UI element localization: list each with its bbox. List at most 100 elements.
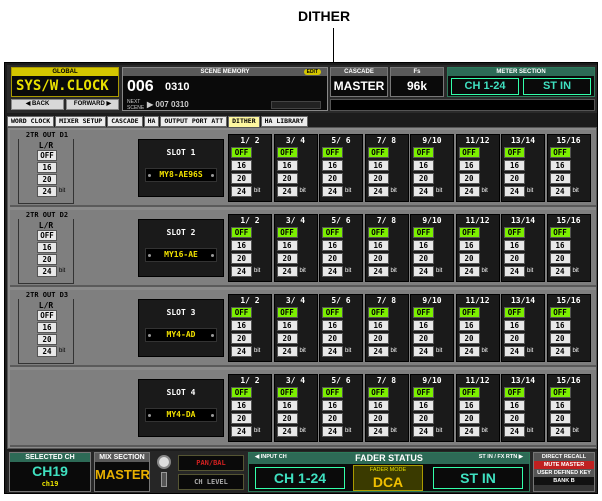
fs-display[interactable]: Fs 96k — [390, 67, 444, 97]
dither-24bit-button[interactable]: 24 — [367, 426, 389, 437]
dither-off-button[interactable]: OFF — [231, 387, 252, 398]
dither-20bit-button[interactable]: 20 — [458, 413, 480, 424]
dither-20bit-button[interactable]: 20 — [231, 413, 252, 424]
dither-16bit-button[interactable]: 16 — [367, 160, 389, 171]
forward-button[interactable]: FORWARD ▶ — [66, 99, 119, 110]
dither-16bit-button[interactable]: 16 — [413, 240, 434, 251]
dither-20bit-button[interactable]: 20 — [367, 253, 389, 264]
dither-20bit-button[interactable]: 20 — [504, 253, 525, 264]
dither-off-button[interactable]: OFF — [458, 387, 480, 398]
tab-cascade[interactable]: CASCADE — [107, 116, 143, 127]
2tr-20bit-button[interactable]: 20 — [37, 254, 57, 265]
dither-20bit-button[interactable]: 20 — [458, 173, 480, 184]
dither-20bit-button[interactable]: 20 — [549, 253, 571, 264]
dither-off-button[interactable]: OFF — [276, 147, 298, 158]
dither-20bit-button[interactable]: 20 — [322, 173, 343, 184]
dither-off-button[interactable]: OFF — [458, 307, 480, 318]
tab-dither[interactable]: DITHER — [228, 116, 260, 127]
dither-off-button[interactable]: OFF — [231, 307, 252, 318]
dither-off-button[interactable]: OFF — [413, 307, 434, 318]
2tr-24bit-button[interactable]: 24 — [37, 266, 57, 277]
2tr-20bit-button[interactable]: 20 — [37, 334, 57, 345]
dither-20bit-button[interactable]: 20 — [276, 253, 298, 264]
dither-off-button[interactable]: OFF — [276, 307, 298, 318]
dither-16bit-button[interactable]: 16 — [504, 320, 525, 331]
dither-24bit-button[interactable]: 24 — [231, 346, 252, 357]
dither-off-button[interactable]: OFF — [367, 227, 389, 238]
back-button[interactable]: ◀ BACK — [11, 99, 64, 110]
dither-off-button[interactable]: OFF — [413, 227, 434, 238]
dither-off-button[interactable]: OFF — [504, 227, 525, 238]
selected-channel[interactable]: SELECTED CH CH19 ch19 — [9, 452, 91, 492]
dither-16bit-button[interactable]: 16 — [549, 160, 571, 171]
2tr-24bit-button[interactable]: 24 — [37, 346, 57, 357]
dither-16bit-button[interactable]: 16 — [231, 160, 252, 171]
pan-bal-button[interactable]: PAN/BAL — [178, 455, 244, 471]
dither-off-button[interactable]: OFF — [231, 227, 252, 238]
dither-off-button[interactable]: OFF — [322, 307, 343, 318]
dither-20bit-button[interactable]: 20 — [413, 413, 434, 424]
dither-16bit-button[interactable]: 16 — [504, 240, 525, 251]
dither-off-button[interactable]: OFF — [276, 387, 298, 398]
dither-off-button[interactable]: OFF — [276, 227, 298, 238]
dither-20bit-button[interactable]: 20 — [231, 173, 252, 184]
dither-24bit-button[interactable]: 24 — [458, 426, 480, 437]
dither-20bit-button[interactable]: 20 — [367, 333, 389, 344]
meter-stin-button[interactable]: ST IN — [523, 78, 591, 95]
2tr-16bit-button[interactable]: 16 — [37, 162, 57, 173]
meter-ch-button[interactable]: CH 1-24 — [451, 78, 519, 95]
dither-20bit-button[interactable]: 20 — [322, 333, 343, 344]
scene-memory[interactable]: SCENE MEMORY EDIT 006 0310 NEXT SCENE ▶ 0… — [122, 67, 328, 111]
2tr-24bit-button[interactable]: 24 — [37, 186, 57, 197]
dither-16bit-button[interactable]: 16 — [231, 320, 252, 331]
ch-level-button[interactable]: CH LEVEL — [178, 474, 244, 490]
dither-24bit-button[interactable]: 24 — [549, 186, 571, 197]
dither-20bit-button[interactable]: 20 — [276, 413, 298, 424]
dither-24bit-button[interactable]: 24 — [322, 266, 343, 277]
tab-word-clock[interactable]: WORD CLOCK — [7, 116, 55, 127]
dither-16bit-button[interactable]: 16 — [322, 320, 343, 331]
dither-16bit-button[interactable]: 16 — [231, 240, 252, 251]
dither-24bit-button[interactable]: 24 — [322, 186, 343, 197]
dither-off-button[interactable]: OFF — [322, 227, 343, 238]
tab-ha[interactable]: HA — [143, 116, 160, 127]
input-ch-button[interactable]: CH 1-24 — [255, 467, 345, 489]
dither-24bit-button[interactable]: 24 — [231, 266, 252, 277]
dither-24bit-button[interactable]: 24 — [504, 426, 525, 437]
dither-20bit-button[interactable]: 20 — [549, 333, 571, 344]
dither-20bit-button[interactable]: 20 — [367, 413, 389, 424]
2tr-16bit-button[interactable]: 16 — [37, 322, 57, 333]
2tr-off-button[interactable]: OFF — [37, 150, 57, 161]
dither-16bit-button[interactable]: 16 — [413, 160, 434, 171]
dither-off-button[interactable]: OFF — [549, 147, 571, 158]
dither-20bit-button[interactable]: 20 — [504, 173, 525, 184]
dither-20bit-button[interactable]: 20 — [458, 333, 480, 344]
global-display[interactable]: GLOBAL SYS/W.CLOCK — [11, 67, 119, 97]
dither-24bit-button[interactable]: 24 — [504, 266, 525, 277]
dither-20bit-button[interactable]: 20 — [322, 253, 343, 264]
dither-16bit-button[interactable]: 16 — [413, 400, 434, 411]
mute-master[interactable]: MUTE MASTER — [534, 461, 594, 469]
dither-20bit-button[interactable]: 20 — [458, 253, 480, 264]
dither-off-button[interactable]: OFF — [322, 387, 343, 398]
dither-16bit-button[interactable]: 16 — [276, 400, 298, 411]
dither-24bit-button[interactable]: 24 — [367, 186, 389, 197]
cascade-display[interactable]: CASCADE MASTER — [330, 67, 388, 97]
dither-off-button[interactable]: OFF — [549, 227, 571, 238]
dither-off-button[interactable]: OFF — [504, 147, 525, 158]
dither-20bit-button[interactable]: 20 — [367, 173, 389, 184]
2tr-off-button[interactable]: OFF — [37, 230, 57, 241]
dither-off-button[interactable]: OFF — [413, 147, 434, 158]
dither-16bit-button[interactable]: 16 — [322, 240, 343, 251]
fader-mode[interactable]: FADER MODE DCA — [353, 465, 423, 491]
2tr-16bit-button[interactable]: 16 — [37, 242, 57, 253]
dither-24bit-button[interactable]: 24 — [458, 266, 480, 277]
dither-16bit-button[interactable]: 16 — [322, 400, 343, 411]
dither-16bit-button[interactable]: 16 — [276, 160, 298, 171]
dither-20bit-button[interactable]: 20 — [413, 173, 434, 184]
tab-mixer-setup[interactable]: MIXER SETUP — [55, 116, 107, 127]
dither-24bit-button[interactable]: 24 — [367, 266, 389, 277]
dither-24bit-button[interactable]: 24 — [549, 426, 571, 437]
dither-24bit-button[interactable]: 24 — [413, 266, 434, 277]
tab-output-port-att[interactable]: OUTPUT PORT ATT — [160, 116, 228, 127]
